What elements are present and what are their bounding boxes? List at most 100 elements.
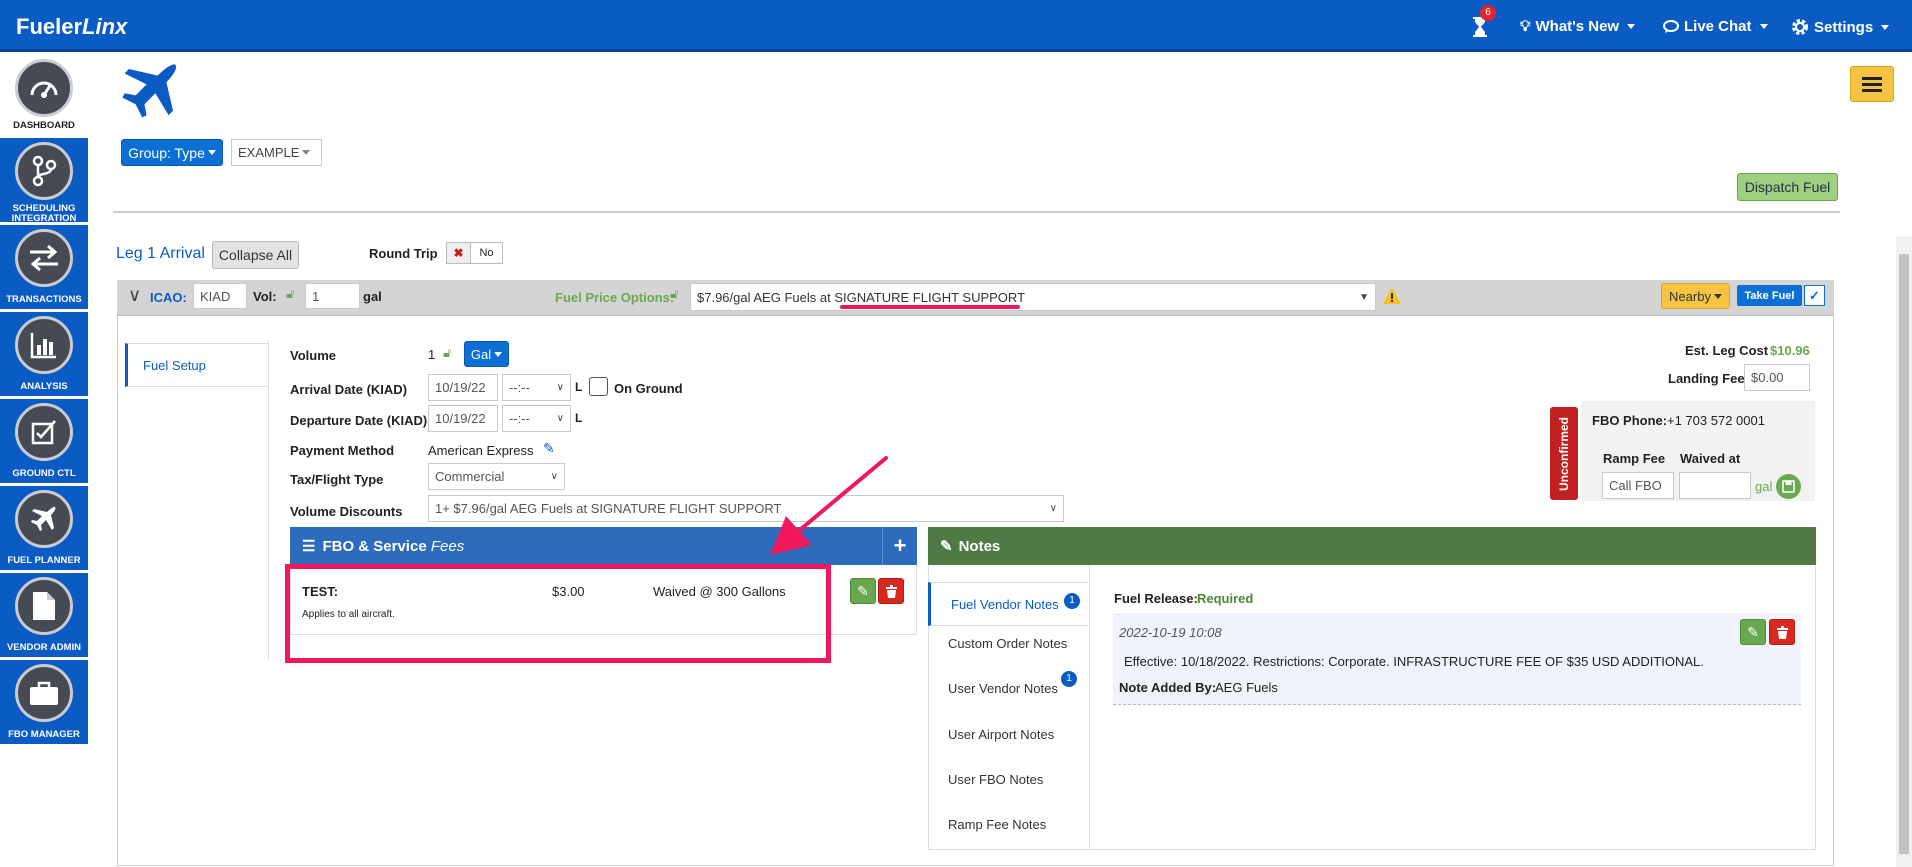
page-scrollbar[interactable] bbox=[1896, 236, 1912, 867]
arrival-time-select[interactable]: --:-- ∨ bbox=[502, 374, 571, 401]
landing-fee-label: Landing Fee bbox=[1668, 371, 1745, 386]
nearby-dropdown[interactable]: Nearby bbox=[1661, 283, 1730, 309]
chevron-down-icon bbox=[494, 351, 503, 357]
save-ramp-fee-button[interactable] bbox=[1776, 474, 1801, 499]
unlock-icon[interactable]: 🔓︎ bbox=[286, 286, 294, 302]
delete-fee-button[interactable] bbox=[878, 578, 904, 604]
note-added-by-label: Note Added By: bbox=[1119, 680, 1217, 695]
chevron-down-icon bbox=[1759, 24, 1768, 29]
tab-fuel-setup[interactable]: Fuel Setup bbox=[125, 343, 268, 387]
briefcase-icon bbox=[15, 664, 73, 722]
waived-at-input[interactable] bbox=[1679, 472, 1751, 499]
sidebar-item-transactions[interactable]: TRANSACTIONS bbox=[0, 225, 88, 309]
chevron-down-icon[interactable]: ∨ bbox=[128, 285, 141, 306]
settings-menu[interactable]: Settings bbox=[1791, 18, 1890, 36]
edit-icon: ✎ bbox=[857, 582, 869, 599]
edit-icon[interactable]: ✎ bbox=[543, 440, 555, 457]
landing-fee-input[interactable]: $0.00 bbox=[1744, 364, 1810, 391]
tab-fuel-vendor-notes[interactable]: Fuel Vendor Notes 1 bbox=[928, 582, 1088, 626]
sidebar-item-vendor-admin[interactable]: VENDOR ADMIN bbox=[0, 573, 88, 657]
notifications-button[interactable]: 6 bbox=[1470, 5, 1496, 41]
close-icon: ✖ bbox=[447, 243, 471, 263]
notes-divider bbox=[1089, 565, 1090, 850]
arrival-date-label: Arrival Date (KIAD) bbox=[290, 382, 408, 397]
volume-unit-dropdown[interactable]: Gal bbox=[464, 341, 509, 367]
sidebar-item-label: SCHEDULING INTEGRATION bbox=[11, 203, 77, 224]
list-icon: ☰ bbox=[302, 538, 316, 555]
note-date: 2022-10-19 10:08 bbox=[1119, 625, 1222, 640]
sidebar-item-fuel-planner[interactable]: FUEL PLANNER bbox=[0, 486, 88, 570]
live-chat-menu[interactable]: Live Chat bbox=[1663, 18, 1768, 35]
on-ground-label: On Ground bbox=[614, 381, 683, 396]
fbo-phone-label: FBO Phone: bbox=[1592, 413, 1668, 428]
take-fuel-label: Take Fuel bbox=[1737, 285, 1802, 306]
edit-fee-button[interactable]: ✎ bbox=[850, 578, 876, 604]
scrollbar-thumb[interactable] bbox=[1899, 254, 1909, 854]
hamburger-menu-button[interactable] bbox=[1850, 66, 1894, 102]
edit-note-button[interactable]: ✎ bbox=[1740, 619, 1766, 645]
chevron-down-icon: ∨ bbox=[556, 413, 564, 424]
departure-time-select[interactable]: --:-- ∨ bbox=[502, 405, 571, 432]
ramp-fee-label: Ramp Fee bbox=[1603, 451, 1666, 466]
app-logo[interactable]: FuelerLinx bbox=[16, 14, 127, 40]
tab-user-airport-notes[interactable]: User Airport Notes bbox=[928, 727, 1088, 742]
tax-flight-type-value: Commercial bbox=[435, 469, 505, 484]
round-trip-toggle[interactable]: ✖ No bbox=[446, 242, 503, 264]
delete-note-button[interactable] bbox=[1769, 619, 1795, 645]
sidebar-item-fbo-manager[interactable]: FBO MANAGER bbox=[0, 660, 88, 744]
sidebar-item-scheduling-integration[interactable]: SCHEDULING INTEGRATION bbox=[0, 138, 88, 224]
departure-time-suffix: L bbox=[575, 411, 583, 425]
take-fuel-checkbox[interactable]: ✓ bbox=[1804, 285, 1825, 306]
vol-input[interactable]: 1 bbox=[305, 283, 360, 309]
arrival-date-input[interactable]: 10/19/22 bbox=[428, 374, 498, 401]
fbo-phone-value: +1 703 572 0001 bbox=[1667, 413, 1765, 428]
trash-icon bbox=[1776, 625, 1788, 639]
chevron-down-icon: ▼ bbox=[1359, 291, 1369, 303]
tab-user-vendor-notes[interactable]: User Vendor Notes 1 bbox=[928, 671, 1088, 696]
tab-label: User Vendor Notes bbox=[948, 681, 1058, 696]
unlock-icon[interactable]: 🔓︎ bbox=[443, 345, 451, 361]
tab-user-fbo-notes[interactable]: User FBO Notes bbox=[928, 772, 1088, 787]
tab-ramp-fee-notes[interactable]: Ramp Fee Notes bbox=[928, 817, 1088, 832]
example-select-value: EXAMPLE bbox=[238, 145, 300, 160]
group-type-label: Group: Type bbox=[128, 144, 205, 161]
icao-input[interactable]: KIAD bbox=[193, 283, 247, 309]
chevron-down-icon bbox=[1627, 24, 1636, 29]
unconfirmed-badge: Unconfirmed bbox=[1550, 407, 1578, 500]
fbo-fees-title: FBO & Service bbox=[322, 537, 431, 555]
leg-title: Leg 1 Arrival bbox=[116, 245, 205, 262]
volume-label: Volume bbox=[290, 348, 336, 363]
volume-unit-label: Gal bbox=[470, 346, 492, 362]
brand-name-part2: Linx bbox=[82, 14, 128, 39]
sidebar-item-analysis[interactable]: ANALYSIS bbox=[0, 312, 88, 396]
sidebar-item-label: DASHBOARD bbox=[13, 120, 75, 131]
fuel-price-label: Fuel Price Options: bbox=[555, 290, 675, 305]
group-type-dropdown[interactable]: Group: Type bbox=[121, 139, 223, 166]
sidebar-item-dashboard[interactable]: DASHBOARD bbox=[0, 55, 88, 135]
example-select[interactable]: EXAMPLE bbox=[231, 139, 322, 166]
hamburger-icon bbox=[1862, 77, 1882, 92]
edit-icon: ✎ bbox=[1747, 623, 1759, 640]
fuel-price-select[interactable]: $7.96/gal AEG Fuels at SIGNATURE FLIGHT … bbox=[690, 283, 1376, 311]
chevron-down-icon bbox=[302, 150, 311, 155]
volume-discounts-select[interactable]: 1+ $7.96/gal AEG Fuels at SIGNATURE FLIG… bbox=[428, 495, 1064, 522]
dispatch-fuel-button[interactable]: Dispatch Fuel bbox=[1737, 173, 1838, 201]
payment-method-label: Payment Method bbox=[290, 443, 395, 458]
tax-flight-type-select[interactable]: Commercial ∨ bbox=[428, 463, 565, 490]
whats-new-menu[interactable]: 💡︎ What's New bbox=[1520, 18, 1636, 35]
collapse-all-button[interactable]: Collapse All bbox=[212, 241, 299, 269]
departure-date-input[interactable]: 10/19/22 bbox=[428, 405, 498, 432]
unlock-icon[interactable]: 🔓︎ bbox=[670, 286, 678, 302]
tab-label: User Airport Notes bbox=[948, 727, 1055, 742]
ramp-fee-input[interactable]: Call FBO bbox=[1602, 472, 1674, 499]
branch-icon bbox=[15, 142, 73, 200]
on-ground-checkbox[interactable] bbox=[589, 377, 608, 396]
sidebar-item-label: ANALYSIS bbox=[20, 381, 68, 392]
sidebar-item-label: VENDOR ADMIN bbox=[6, 642, 82, 653]
tax-flight-type-label: Tax/Flight Type bbox=[290, 472, 384, 487]
tab-custom-order-notes[interactable]: Custom Order Notes bbox=[928, 636, 1088, 651]
fuel-price-prefix: $7.96/gal AEG Fuels at bbox=[697, 289, 835, 305]
sidebar-item-ground-ctl[interactable]: GROUND CTL bbox=[0, 399, 88, 483]
check-icon: ✓ bbox=[1809, 287, 1820, 303]
sidebar: DASHBOARD SCHEDULING INTEGRATION TRANSAC… bbox=[0, 55, 88, 867]
